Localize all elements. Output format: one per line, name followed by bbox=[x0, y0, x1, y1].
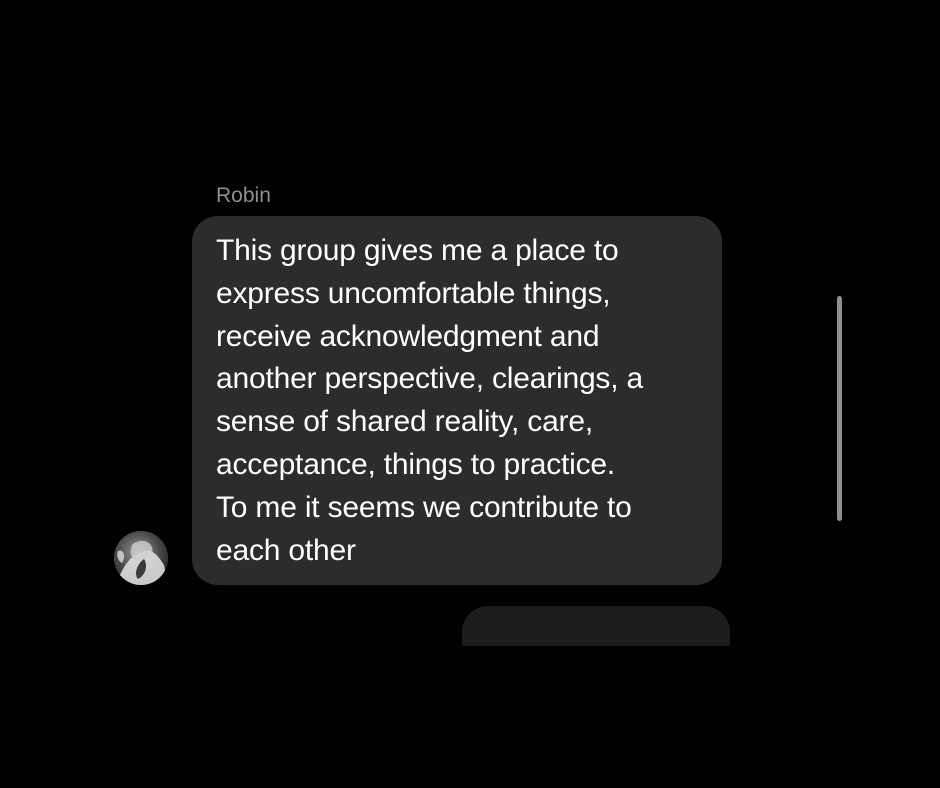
chat-scrollbar[interactable] bbox=[832, 280, 846, 538]
next-message-bubble-partial bbox=[462, 606, 730, 646]
message-bubble[interactable]: This group gives me a place to express u… bbox=[192, 216, 722, 585]
message-text: This group gives me a place to express u… bbox=[216, 234, 643, 567]
scrollbar-thumb[interactable] bbox=[837, 296, 842, 521]
sender-name: Robin bbox=[216, 184, 271, 207]
screen: Robin This group gives me a place to exp… bbox=[0, 0, 940, 788]
chat-transcript[interactable]: Robin This group gives me a place to exp… bbox=[0, 0, 940, 788]
avatar[interactable] bbox=[114, 531, 168, 585]
user-avatar-icon bbox=[114, 531, 168, 585]
